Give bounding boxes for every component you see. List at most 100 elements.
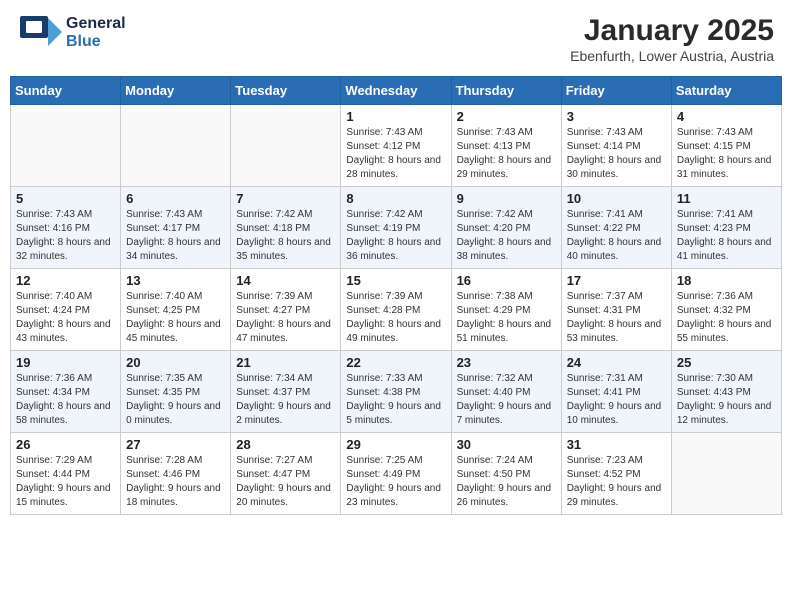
weekday-header-saturday: Saturday [671,77,781,105]
weekday-header-friday: Friday [561,77,671,105]
calendar-cell: 17Sunrise: 7:37 AMSunset: 4:31 PMDayligh… [561,269,671,351]
calendar-cell: 5 Sunrise: 7:43 AMSunset: 4:16 PMDaylight… [11,187,121,269]
day-info: Sunrise: 7:24 AMSunset: 4:50 PMDaylight:… [457,454,556,510]
day-info: Sunrise: 7:40 AMSunset: 4:24 PMDaylight:… [16,290,115,346]
page-header: General Blue January 2025 Ebenfurth, Low… [10,10,782,68]
calendar-cell: 24 Sunrise: 7:31 AMSunset: 4:41 PMDayligh… [561,351,671,433]
day-number: 9 [457,191,556,206]
calendar-cell [231,105,341,187]
weekday-header-tuesday: Tuesday [231,77,341,105]
calendar-cell: 22Sunrise: 7:33 AMSunset: 4:38 PMDayligh… [341,351,451,433]
calendar-cell: 21 Sunrise: 7:34 AMSunset: 4:37 PMDayligh… [231,351,341,433]
day-info: Sunrise: 7:35 AMSunset: 4:35 PMDaylight:… [126,372,225,428]
day-info: Sunrise: 7:42 AMSunset: 4:20 PMDaylight:… [457,208,556,264]
day-number: 11 [677,191,776,206]
day-number: 19 [16,355,115,370]
calendar-week-row: 12 Sunrise: 7:40 AMSunset: 4:24 PMDayligh… [11,269,782,351]
calendar-cell: 13 Sunrise: 7:40 AMSunset: 4:25 PMDayligh… [121,269,231,351]
weekday-header-sunday: Sunday [11,77,121,105]
month-title: January 2025 [570,14,774,48]
day-number: 29 [346,437,445,452]
day-info: Sunrise: 7:30 AMSunset: 4:43 PMDaylight:… [677,372,776,428]
day-info: Sunrise: 7:41 AMSunset: 4:23 PMDaylight:… [677,208,776,264]
day-number: 13 [126,273,225,288]
day-info: Sunrise: 7:43 AMSunset: 4:17 PMDaylight:… [126,208,225,264]
day-number: 17 [567,273,666,288]
logo: General Blue [18,14,126,52]
location-title: Ebenfurth, Lower Austria, Austria [570,48,774,64]
calendar-cell: 30 Sunrise: 7:24 AMSunset: 4:50 PMDayligh… [451,433,561,515]
calendar-cell: 3 Sunrise: 7:43 AMSunset: 4:14 PMDaylight… [561,105,671,187]
day-number: 10 [567,191,666,206]
calendar-cell: 1Sunrise: 7:43 AMSunset: 4:12 PMDaylight… [341,105,451,187]
day-info: Sunrise: 7:39 AMSunset: 4:27 PMDaylight:… [236,290,335,346]
day-info: Sunrise: 7:40 AMSunset: 4:25 PMDaylight:… [126,290,225,346]
calendar-cell: 18 Sunrise: 7:36 AMSunset: 4:32 PMDayligh… [671,269,781,351]
day-info: Sunrise: 7:38 AMSunset: 4:29 PMDaylight:… [457,290,556,346]
calendar-cell [121,105,231,187]
calendar-cell: 16 Sunrise: 7:38 AMSunset: 4:29 PMDayligh… [451,269,561,351]
calendar-cell: 28Sunrise: 7:27 AMSunset: 4:47 PMDayligh… [231,433,341,515]
day-info: Sunrise: 7:39 AMSunset: 4:28 PMDaylight:… [346,290,445,346]
day-info: Sunrise: 7:23 AMSunset: 4:52 PMDaylight:… [567,454,666,510]
calendar-cell: 31Sunrise: 7:23 AMSunset: 4:52 PMDayligh… [561,433,671,515]
day-number: 25 [677,355,776,370]
day-info: Sunrise: 7:32 AMSunset: 4:40 PMDaylight:… [457,372,556,428]
calendar-cell: 29Sunrise: 7:25 AMSunset: 4:49 PMDayligh… [341,433,451,515]
day-info: Sunrise: 7:34 AMSunset: 4:37 PMDaylight:… [236,372,335,428]
calendar-cell: 2Sunrise: 7:43 AMSunset: 4:13 PMDaylight… [451,105,561,187]
day-info: Sunrise: 7:31 AMSunset: 4:41 PMDaylight:… [567,372,666,428]
weekday-header-wednesday: Wednesday [341,77,451,105]
day-info: Sunrise: 7:42 AMSunset: 4:19 PMDaylight:… [346,208,445,264]
day-info: Sunrise: 7:43 AMSunset: 4:16 PMDaylight:… [16,208,115,264]
day-info: Sunrise: 7:28 AMSunset: 4:46 PMDaylight:… [126,454,225,510]
day-info: Sunrise: 7:29 AMSunset: 4:44 PMDaylight:… [16,454,115,510]
calendar-cell: 6 Sunrise: 7:43 AMSunset: 4:17 PMDaylight… [121,187,231,269]
day-number: 5 [16,191,115,206]
day-number: 30 [457,437,556,452]
day-number: 18 [677,273,776,288]
calendar-cell: 7Sunrise: 7:42 AMSunset: 4:18 PMDaylight… [231,187,341,269]
calendar-cell [671,433,781,515]
day-number: 14 [236,273,335,288]
day-number: 21 [236,355,335,370]
day-info: Sunrise: 7:41 AMSunset: 4:22 PMDaylight:… [567,208,666,264]
calendar-cell: 19 Sunrise: 7:36 AMSunset: 4:34 PMDayligh… [11,351,121,433]
calendar-week-row: 5 Sunrise: 7:43 AMSunset: 4:16 PMDaylight… [11,187,782,269]
day-info: Sunrise: 7:36 AMSunset: 4:32 PMDaylight:… [677,290,776,346]
day-number: 12 [16,273,115,288]
day-number: 28 [236,437,335,452]
day-number: 24 [567,355,666,370]
day-info: Sunrise: 7:42 AMSunset: 4:18 PMDaylight:… [236,208,335,264]
day-info: Sunrise: 7:36 AMSunset: 4:34 PMDaylight:… [16,372,115,428]
day-number: 3 [567,109,666,124]
day-number: 6 [126,191,225,206]
day-number: 23 [457,355,556,370]
day-number: 20 [126,355,225,370]
logo-icon [18,14,62,52]
day-number: 22 [346,355,445,370]
logo-general: General [66,15,126,33]
day-number: 16 [457,273,556,288]
calendar-week-row: 26 Sunrise: 7:29 AMSunset: 4:44 PMDayligh… [11,433,782,515]
calendar-cell: 4Sunrise: 7:43 AMSunset: 4:15 PMDaylight… [671,105,781,187]
calendar-cell: 14 Sunrise: 7:39 AMSunset: 4:27 PMDayligh… [231,269,341,351]
calendar-cell: 26 Sunrise: 7:29 AMSunset: 4:44 PMDayligh… [11,433,121,515]
calendar-week-row: 1Sunrise: 7:43 AMSunset: 4:12 PMDaylight… [11,105,782,187]
weekday-header-row: SundayMondayTuesdayWednesdayThursdayFrid… [11,77,782,105]
calendar-cell: 23 Sunrise: 7:32 AMSunset: 4:40 PMDayligh… [451,351,561,433]
day-info: Sunrise: 7:43 AMSunset: 4:15 PMDaylight:… [677,126,776,182]
day-number: 15 [346,273,445,288]
day-number: 8 [346,191,445,206]
day-info: Sunrise: 7:43 AMSunset: 4:14 PMDaylight:… [567,126,666,182]
weekday-header-thursday: Thursday [451,77,561,105]
weekday-header-monday: Monday [121,77,231,105]
day-number: 1 [346,109,445,124]
day-number: 2 [457,109,556,124]
calendar-cell [11,105,121,187]
calendar-cell: 9 Sunrise: 7:42 AMSunset: 4:20 PMDaylight… [451,187,561,269]
calendar-week-row: 19 Sunrise: 7:36 AMSunset: 4:34 PMDayligh… [11,351,782,433]
calendar-cell: 11 Sunrise: 7:41 AMSunset: 4:23 PMDayligh… [671,187,781,269]
day-number: 26 [16,437,115,452]
day-number: 27 [126,437,225,452]
